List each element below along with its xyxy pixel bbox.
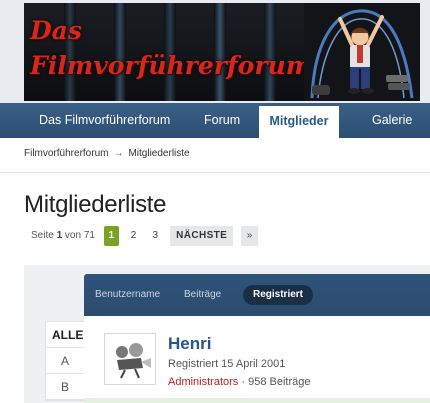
main-navigation: Das Filmvorführerforum Forum Mitglieder … bbox=[0, 103, 430, 138]
page-link[interactable]: 3 bbox=[148, 226, 162, 246]
logo-title-line2: Filmvorführerforum bbox=[30, 51, 313, 80]
member-name-link[interactable]: Henri bbox=[168, 334, 211, 354]
nav-tab-forum[interactable]: Forum bbox=[204, 103, 240, 138]
pagination: Seite 1 von 71 1 2 3 NÄCHSTE » bbox=[31, 226, 263, 246]
sort-by-registered[interactable]: Registriert bbox=[243, 285, 314, 305]
site-header: Das Filmvorführerforum bbox=[0, 0, 430, 103]
breadcrumb: Filmvorführerforum → Mitgliederliste bbox=[24, 148, 190, 159]
pagination-current-number: 1 bbox=[56, 230, 63, 241]
nav-tab-members[interactable]: Mitglieder bbox=[259, 106, 339, 138]
site-logo-banner[interactable]: Das Filmvorführerforum bbox=[24, 3, 420, 101]
avatar-projector-icon bbox=[105, 334, 155, 384]
logo-title-line1: Das bbox=[30, 16, 82, 45]
alpha-filter-letter[interactable]: B bbox=[46, 374, 84, 400]
breadcrumb-divider bbox=[0, 172, 430, 173]
page-link[interactable]: 2 bbox=[127, 226, 141, 246]
member-group: Administrators bbox=[168, 376, 239, 388]
pagination-total: von 71 bbox=[64, 230, 95, 241]
sort-by-username[interactable]: Benutzername bbox=[95, 274, 160, 316]
alphabet-filter: ALLE A B bbox=[45, 321, 85, 401]
page-link-current[interactable]: 1 bbox=[103, 226, 119, 246]
last-page-button[interactable]: » bbox=[241, 226, 258, 246]
nav-tab-gallery[interactable]: Galerie bbox=[372, 103, 412, 138]
pagination-prefix: Seite bbox=[31, 230, 54, 241]
page-title: Mitgliederliste bbox=[24, 191, 167, 218]
pagination-info: Seite 1 von 71 bbox=[31, 226, 95, 246]
alpha-filter-all[interactable]: ALLE bbox=[46, 322, 84, 348]
nav-divider bbox=[0, 138, 430, 141]
sort-by-posts[interactable]: Beiträge bbox=[184, 274, 221, 316]
member-card: Henri Registriert 15 April 2001 Administ… bbox=[84, 316, 430, 403]
breadcrumb-current: Mitgliederliste bbox=[128, 148, 190, 159]
breadcrumb-arrow-icon: → bbox=[113, 148, 124, 159]
projectionist-mascot-icon bbox=[304, 3, 420, 101]
member-avatar[interactable] bbox=[104, 333, 156, 385]
nav-tab-home[interactable]: Das Filmvorführerforum bbox=[39, 103, 170, 138]
meta-separator: · bbox=[241, 376, 246, 388]
next-page-button[interactable]: NÄCHSTE bbox=[170, 226, 234, 246]
member-registered-date: Registriert 15 April 2001 bbox=[168, 358, 286, 370]
member-card-footer bbox=[84, 398, 430, 403]
breadcrumb-root-link[interactable]: Filmvorführerforum bbox=[24, 148, 108, 159]
sort-bar: Benutzername Beiträge Registriert bbox=[84, 274, 430, 316]
member-meta: Administrators · 958 Beiträge bbox=[168, 376, 310, 388]
member-post-count: 958 Beiträge bbox=[248, 376, 311, 388]
alpha-filter-letter[interactable]: A bbox=[46, 348, 84, 374]
